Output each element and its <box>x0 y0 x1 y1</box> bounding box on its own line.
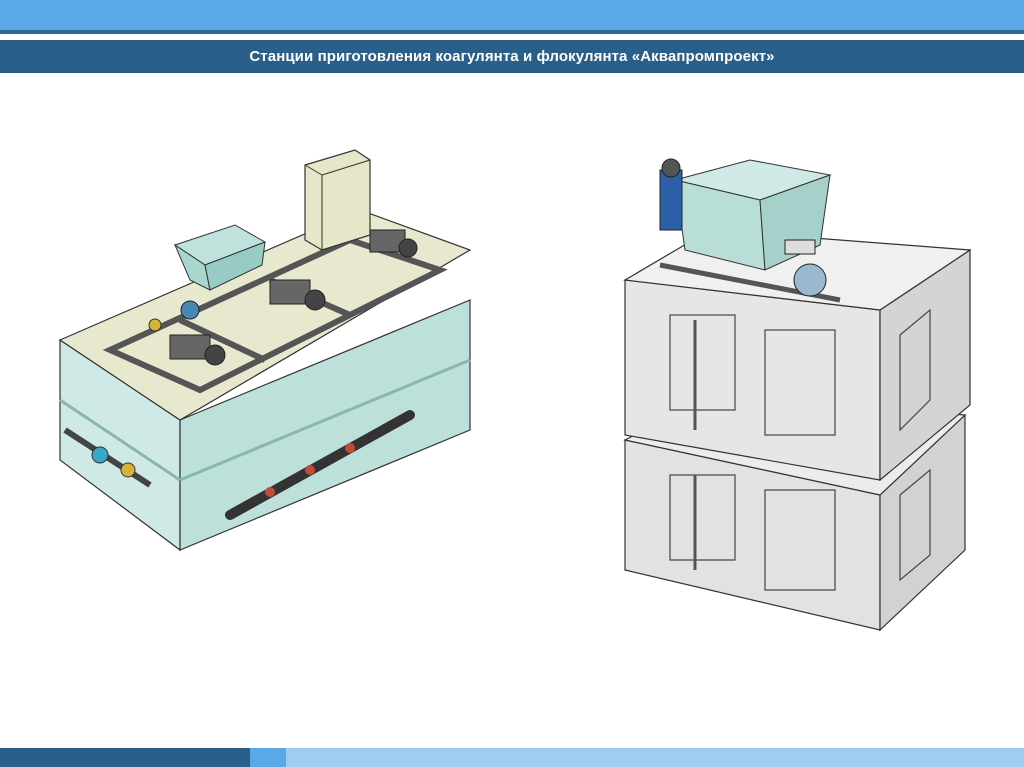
bottom-bar-mid <box>250 748 286 767</box>
bottom-bar-dark <box>0 748 250 767</box>
left-station-illustration <box>58 149 472 552</box>
bottom-decor-bar <box>0 748 1024 767</box>
bottom-bar-light <box>286 748 1024 767</box>
title-bar: Станции приготовления коагулянта и флоку… <box>0 40 1024 73</box>
right-station-illustration <box>623 158 972 632</box>
top-decor-line <box>0 30 1024 34</box>
top-decor-strip <box>0 0 1024 30</box>
slide-title: Станции приготовления коагулянта и флоку… <box>249 48 775 65</box>
